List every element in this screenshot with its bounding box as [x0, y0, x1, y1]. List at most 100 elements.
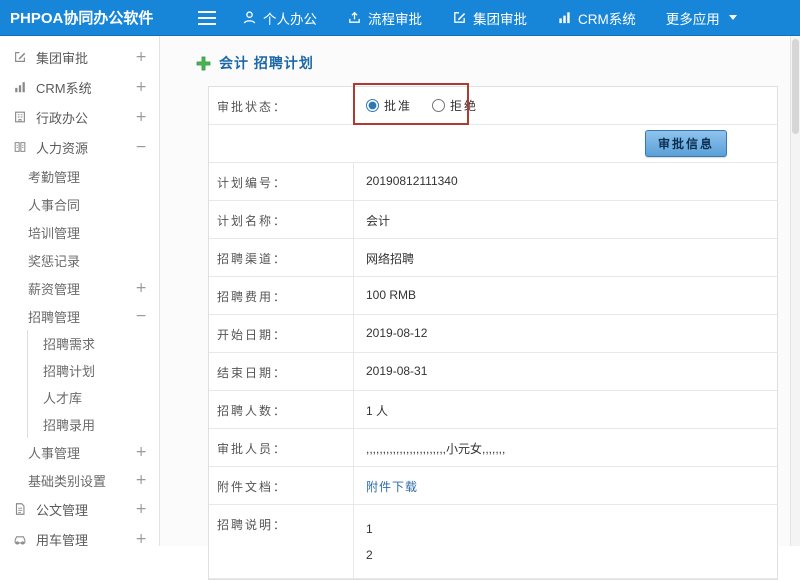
sidebar-label: 人才库	[43, 391, 83, 406]
sidebar-item-rewards[interactable]: 奖惩记录	[0, 246, 159, 274]
nav-more-apps[interactable]: 更多应用	[666, 8, 737, 28]
nav-personal-office[interactable]: 个人办公	[242, 8, 317, 28]
approval-info-button[interactable]: 审批信息	[644, 130, 727, 157]
collapse-icon[interactable]: −	[135, 308, 147, 324]
field-label: 招聘渠道：	[209, 239, 354, 276]
main-layout: 集团审批 + CRM系统 + 行政办公 + 人力资源 − 考勤管理 人事合同 培…	[0, 36, 800, 580]
expander-icon[interactable]: +	[135, 79, 147, 95]
field-value: ,,,,,,,,,,,,,,,,,,,,,,,,小元女,,,,,,,	[366, 442, 506, 456]
sidebar-item-training[interactable]: 培训管理	[0, 218, 159, 246]
sidebar: 集团审批 + CRM系统 + 行政办公 + 人力资源 − 考勤管理 人事合同 培…	[0, 36, 160, 546]
field-value: 会计	[366, 214, 391, 228]
sidebar-label: 培训管理	[28, 225, 81, 241]
field-label: 计划编号：	[209, 163, 354, 200]
scrollbar-thumb[interactable]	[792, 39, 799, 134]
expander-icon[interactable]: +	[135, 280, 147, 296]
sidebar-item-hr-contract[interactable]: 人事合同	[0, 190, 159, 218]
nav-label: 集团审批	[473, 11, 527, 27]
sidebar-item-recruit-plan[interactable]: 招聘计划	[28, 357, 159, 384]
sidebar-item-human-resources[interactable]: 人力资源 −	[0, 132, 159, 162]
field-row-plan-number: 计划编号： 20190812111340	[209, 163, 777, 201]
recruit-plan-form: 审批状态： 批准 拒绝 审批信息 计划编号： 20190812111340 计划…	[208, 83, 778, 580]
user-icon	[243, 11, 256, 24]
sidebar-label: 人力资源	[36, 140, 89, 156]
approval-status-row: 审批状态： 批准 拒绝	[209, 83, 777, 125]
radio-approve-input[interactable]	[366, 99, 379, 112]
field-row-approvers: 审批人员： ,,,,,,,,,,,,,,,,,,,,,,,,小元女,,,,,,,	[209, 429, 777, 467]
field-label: 计划名称：	[209, 201, 354, 238]
sidebar-label: 人事管理	[28, 445, 81, 461]
sidebar-item-recruit-demand[interactable]: 招聘需求	[28, 330, 159, 357]
field-value: 网络招聘	[366, 252, 415, 266]
sidebar-label: 人事合同	[28, 197, 81, 213]
nav-crm-system[interactable]: CRM系统	[557, 8, 636, 28]
expander-icon[interactable]: +	[135, 472, 147, 488]
nav-label: 个人办公	[263, 11, 317, 27]
field-value: 100 RMB	[366, 288, 417, 302]
collapse-icon[interactable]: −	[135, 139, 147, 155]
page-title-text: 会计 招聘计划	[219, 55, 314, 71]
field-row-description: 招聘说明： 1 2	[209, 505, 777, 579]
sidebar-item-recruitment[interactable]: 招聘管理 −	[0, 302, 159, 330]
field-label: 附件文档：	[209, 467, 354, 504]
radio-reject[interactable]: 拒绝	[432, 97, 478, 114]
field-label: 招聘费用：	[209, 277, 354, 314]
recruitment-submenu: 招聘需求 招聘计划 人才库 招聘录用	[27, 330, 159, 438]
content-area: 会计 招聘计划 审批状态： 批准 拒绝 审批信息 计划编号： 201908121…	[160, 36, 790, 580]
attachment-download-link[interactable]: 附件下载	[366, 480, 418, 494]
sidebar-item-documents[interactable]: 公文管理 +	[0, 494, 159, 524]
nav-group-approval[interactable]: 集团审批	[452, 8, 527, 28]
field-label: 开始日期：	[209, 315, 354, 352]
field-value: 1 2	[366, 522, 373, 563]
expander-icon[interactable]: +	[135, 444, 147, 460]
expander-icon[interactable]: +	[135, 49, 147, 65]
sidebar-item-base-category[interactable]: 基础类别设置 +	[0, 466, 159, 494]
chart-icon	[12, 80, 28, 94]
field-label: 招聘说明：	[209, 505, 354, 578]
sidebar-item-group-approval[interactable]: 集团审批 +	[0, 42, 159, 72]
radio-approve-label: 批准	[384, 99, 413, 113]
sidebar-label: 集团审批	[36, 50, 89, 66]
sidebar-label: 招聘需求	[43, 337, 96, 352]
sidebar-item-attendance[interactable]: 考勤管理	[0, 162, 159, 190]
sidebar-item-recruit-hire[interactable]: 招聘录用	[28, 411, 159, 438]
nav-label: 更多应用	[665, 11, 720, 27]
vertical-scrollbar[interactable]	[790, 36, 800, 546]
workflow-icon	[349, 11, 360, 23]
field-value: 20190812111340	[366, 174, 458, 188]
field-value: 1 人	[366, 404, 389, 418]
field-row-channel: 招聘渠道： 网络招聘	[209, 239, 777, 277]
sidebar-item-personnel[interactable]: 人事管理 +	[0, 438, 159, 466]
caret-down-icon	[728, 15, 737, 20]
sidebar-item-admin-office[interactable]: 行政办公 +	[0, 102, 159, 132]
office-icon	[12, 110, 28, 124]
field-label: 审批人员：	[209, 429, 354, 466]
radio-approve[interactable]: 批准	[366, 97, 412, 114]
field-row-headcount: 招聘人数： 1 人	[209, 391, 777, 429]
field-row-cost: 招聘费用： 100 RMB	[209, 277, 777, 315]
sidebar-label: CRM系统	[36, 80, 92, 96]
plus-icon	[196, 56, 211, 70]
field-label: 结束日期：	[209, 353, 354, 390]
field-value: 2019-08-31	[366, 364, 428, 378]
sidebar-item-salary[interactable]: 薪资管理 +	[0, 274, 159, 302]
expander-icon[interactable]: +	[135, 531, 147, 546]
car-icon	[12, 532, 28, 546]
field-row-end-date: 结束日期： 2019-08-31	[209, 353, 777, 391]
radio-reject-input[interactable]	[432, 99, 446, 112]
field-label: 招聘人数：	[209, 391, 354, 428]
topbar: PHPOA协同办公软件 个人办公 流程审批 集团审批 CRM系统 更多应用	[0, 0, 800, 36]
sidebar-label: 薪资管理	[28, 281, 81, 297]
approval-button-row: 审批信息	[209, 125, 777, 163]
page-title: 会计 招聘计划	[196, 36, 778, 86]
menu-toggle[interactable]	[198, 10, 216, 25]
sidebar-item-vehicle[interactable]: 用车管理 +	[0, 524, 159, 546]
sidebar-item-crm[interactable]: CRM系统 +	[0, 72, 159, 102]
expander-icon[interactable]: +	[135, 109, 147, 125]
chart-icon	[559, 12, 570, 24]
sidebar-item-talent-pool[interactable]: 人才库	[28, 384, 159, 411]
expander-icon[interactable]: +	[135, 501, 147, 517]
nav-workflow-approval[interactable]: 流程审批	[347, 8, 422, 28]
sidebar-label: 行政办公	[36, 110, 89, 126]
approval-options: 批准 拒绝	[353, 83, 777, 125]
